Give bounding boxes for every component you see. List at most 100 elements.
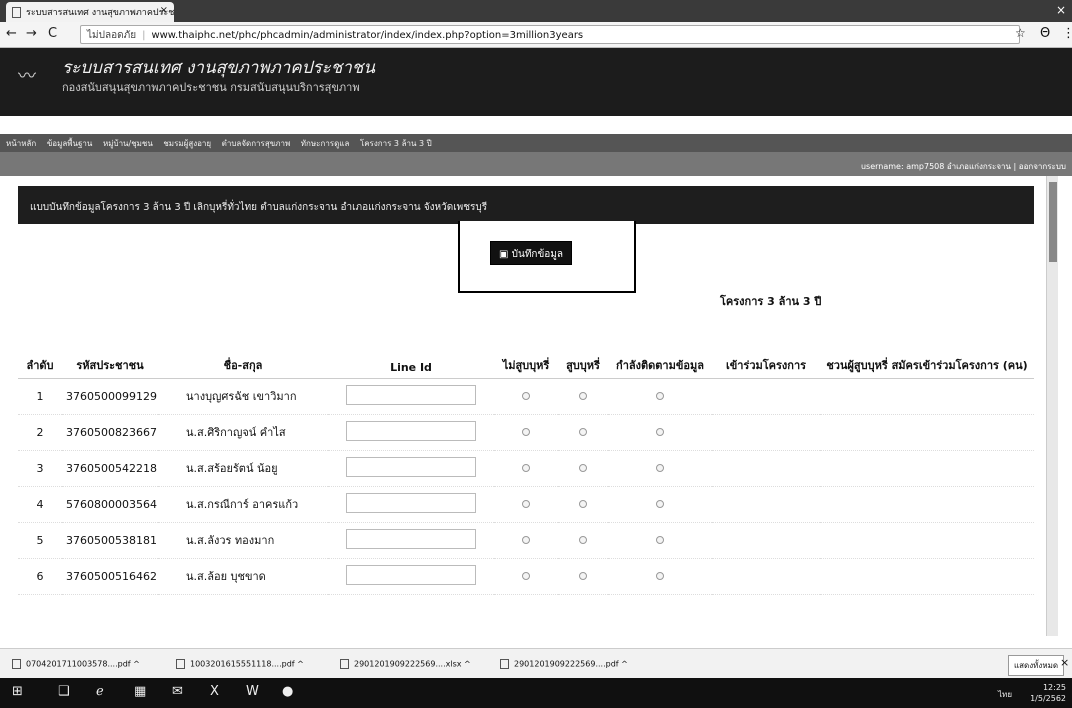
file-explorer-icon[interactable]: ▦ [134,684,146,699]
download-chevron-icon[interactable]: ^ [133,660,140,669]
line-id-input[interactable] [346,384,476,405]
menu-item[interactable]: โครงการ 3 ล้าน 3 ปี [360,139,432,148]
non-smoker-radio[interactable] [522,463,530,472]
smoker-radio[interactable] [579,391,587,400]
smoker-radio[interactable] [579,427,587,436]
site-title: ระบบสารสนเทศ งานสุขภาพภาคประชาชน [62,58,375,78]
row-no: 2 [18,414,62,451]
save-button[interactable]: ▣ บันทึกข้อมูล [490,241,573,265]
browser-tab[interactable]: ระบบสารสนเทศ งานสุขภาพภาคประชาชน × [6,2,174,22]
row-non-smoker-cell [494,522,558,559]
row-joined-cell [712,522,820,559]
download-item[interactable]: 0704201711003578....pdf ^ [12,659,140,669]
row-smoker-cell [558,486,608,523]
row-joined-cell [712,450,820,487]
account-icon[interactable]: Θ [1040,26,1050,41]
row-name: น.ส.ศิริกาญจน์ คำไส [158,414,328,451]
row-invited-cell [820,378,1034,415]
row-following-cell [608,522,712,559]
row-citizen-id: 3760500099129 [62,378,158,415]
col-header-non-smoker: ไม่สูบบุหรี่ [494,328,558,379]
edge-browser-icon[interactable]: ℯ [96,684,104,699]
tab-close-icon[interactable]: × [160,5,168,16]
word-icon[interactable]: W [246,684,259,699]
non-smoker-radio[interactable] [522,499,530,508]
row-citizen-id: 5760800003564 [62,486,158,523]
form-header: แบบบันทึกข้อมูลโครงการ 3 ล้าน 3 ปี เลิกบ… [18,186,1034,224]
bookmark-star-icon[interactable]: ☆ [1015,26,1026,40]
smoker-radio[interactable] [579,571,587,580]
non-smoker-radio[interactable] [522,391,530,400]
start-icon[interactable]: ⊞ [12,684,23,699]
table-row: 2 3760500823667 น.ส.ศิริกาญจน์ คำไส [18,414,1034,451]
row-line-id-cell [328,486,494,523]
download-item[interactable]: 2901201909222569....pdf ^ [500,659,628,669]
clock-time: 12:25 [1042,683,1066,692]
following-radio[interactable] [656,463,664,472]
menu-item[interactable]: ตำบลจัดการสุขภาพ [222,139,291,148]
window-close-icon[interactable]: × [1056,3,1066,17]
reload-icon[interactable]: C [48,26,57,41]
site-menu: หน้าหลัก ข้อมูลพื้นฐาน หมู่บ้าน/ชุมชน ชม… [0,134,1072,152]
download-item[interactable]: 1003201615551118....pdf ^ [176,659,304,669]
menu-item[interactable]: หมู่บ้าน/ชุมชน [103,139,153,148]
menu-item[interactable]: หน้าหลัก [6,139,36,148]
pdf-file-icon [500,659,509,669]
language-indicator[interactable]: ไทย [998,688,1012,701]
user-info[interactable]: username: amp7508 อำเภอแก่งกระจาน | ออกจ… [861,160,1066,173]
line-id-input[interactable] [346,564,476,585]
download-chevron-icon[interactable]: ^ [464,660,471,669]
non-smoker-radio[interactable] [522,535,530,544]
downloads-close-icon[interactable]: × [1060,656,1069,669]
following-radio[interactable] [656,571,664,580]
user-bar: username: amp7508 อำเภอแก่งกระจาน | ออกจ… [0,152,1072,176]
non-smoker-radio[interactable] [522,571,530,580]
smoker-radio[interactable] [579,535,587,544]
mail-icon[interactable]: ✉ [172,684,183,699]
row-joined-cell [712,414,820,451]
forward-arrow-icon[interactable]: → [26,26,37,41]
scrollbar-thumb[interactable] [1049,182,1057,262]
browser-menu-icon[interactable]: ⋮ [1062,26,1072,41]
address-bar[interactable]: ไม่ปลอดภัย | www.thaiphc.net/phc/phcadmin/… [80,25,1020,44]
following-radio[interactable] [656,427,664,436]
non-smoker-radio[interactable] [522,427,530,436]
task-view-icon[interactable]: ❑ [58,684,70,699]
col-header-smoker: สูบบุหรี่ [558,328,608,379]
download-item[interactable]: 2901201909222569....xlsx ^ [340,659,471,669]
menu-item[interactable]: ชมรมผู้สูงอายุ [163,139,211,148]
download-chevron-icon[interactable]: ^ [297,660,304,669]
line-id-input[interactable] [346,528,476,549]
site-subtitle: กองสนับสนุนสุขภาพภาคประชาชน กรมสนับสนุนบ… [62,81,360,94]
following-radio[interactable] [656,535,664,544]
row-joined-cell [712,486,820,523]
row-following-cell [608,414,712,451]
menu-item[interactable]: ทักษะการดูแล [301,139,350,148]
xlsx-file-icon [340,659,349,669]
following-radio[interactable] [656,391,664,400]
clock[interactable]: 12:25 1/5/2562 [1030,682,1066,704]
row-citizen-id: 3760500823667 [62,414,158,451]
row-line-id-cell [328,414,494,451]
excel-icon[interactable]: X [210,684,219,699]
col-header-joined: เข้าร่วมโครงการ [712,328,820,379]
line-id-input[interactable] [346,456,476,477]
security-label[interactable]: ไม่ปลอดภัย [87,30,136,41]
line-id-input[interactable] [346,420,476,441]
show-all-downloads-button[interactable]: แสดงทั้งหมด [1008,655,1065,676]
table-row: 6 3760500516462 น.ส.ล้อย บุชขาด [18,558,1034,595]
back-arrow-icon[interactable]: ← [6,26,17,41]
menu-item[interactable]: ข้อมูลพื้นฐาน [47,139,93,148]
col-header-line-id: Line Id [328,328,494,379]
line-id-input[interactable] [346,492,476,513]
chrome-icon[interactable]: ● [282,684,293,699]
smoker-radio[interactable] [579,499,587,508]
download-chevron-icon[interactable]: ^ [621,660,628,669]
address-separator: | [142,30,146,41]
table-row: 5 3760500538181 น.ส.ลังวร ทองมาก [18,522,1034,559]
page-scrollbar[interactable] [1046,176,1058,636]
pdf-file-icon [12,659,21,669]
project-title: โครงการ 3 ล้าน 3 ปี [720,295,822,308]
following-radio[interactable] [656,499,664,508]
smoker-radio[interactable] [579,463,587,472]
